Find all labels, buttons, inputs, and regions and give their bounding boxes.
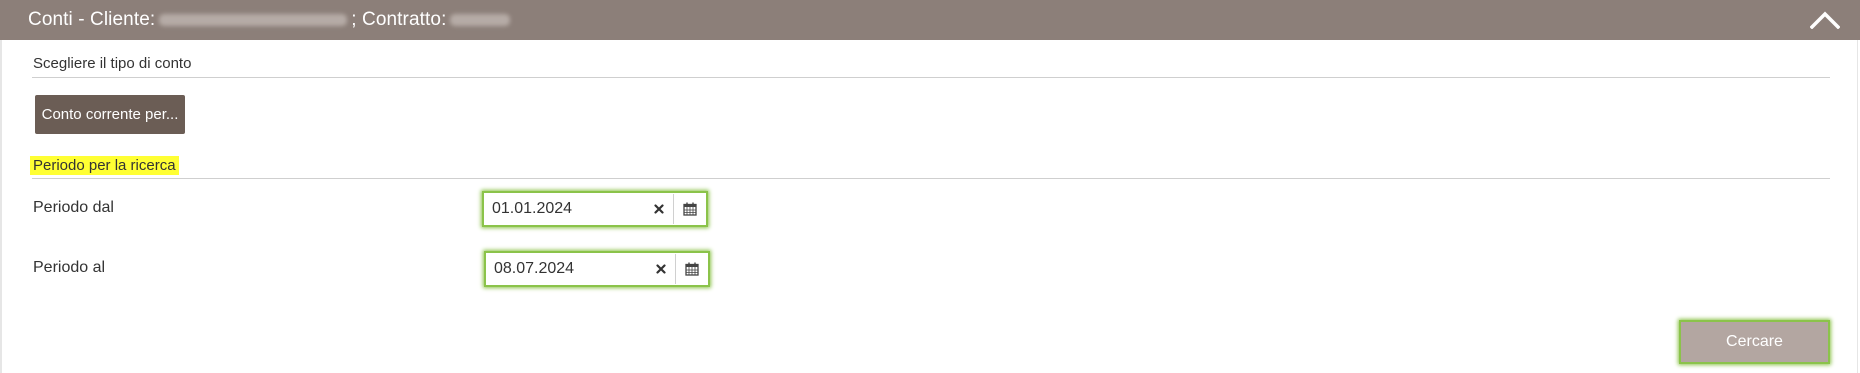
period-from-label: Periodo dal bbox=[33, 199, 114, 216]
search-button[interactable]: Cercare bbox=[1679, 320, 1830, 364]
search-period-label-text: Periodo per la ricerca bbox=[30, 156, 179, 175]
title-prefix: Conti - Cliente: bbox=[28, 9, 156, 30]
period-to-calendar-button[interactable] bbox=[675, 254, 708, 284]
account-type-button[interactable]: Conto corrente per... bbox=[35, 95, 185, 134]
period-from-date-picker bbox=[482, 191, 708, 227]
client-name-redacted bbox=[159, 14, 348, 26]
chevron-up-icon bbox=[1810, 11, 1840, 29]
close-icon bbox=[656, 264, 666, 274]
calendar-icon bbox=[685, 262, 699, 276]
period-from-clear-button[interactable] bbox=[645, 194, 673, 224]
panel-header: Conti - Cliente: ; Contratto: bbox=[0, 0, 1860, 40]
contract-number-redacted bbox=[450, 14, 511, 26]
period-to-input[interactable] bbox=[486, 254, 647, 284]
period-from-calendar-button[interactable] bbox=[673, 194, 706, 224]
period-to-date-picker bbox=[484, 251, 710, 287]
period-to-label: Periodo al bbox=[33, 259, 106, 276]
collapse-button[interactable] bbox=[1806, 4, 1844, 36]
account-type-section-label: Scegliere il tipo di conto bbox=[33, 55, 192, 72]
search-period-section-label: Periodo per la ricerca bbox=[30, 156, 179, 175]
accounts-panel bbox=[0, 0, 1858, 373]
close-icon bbox=[654, 204, 664, 214]
period-from-input[interactable] bbox=[484, 194, 645, 224]
panel-title: Conti - Cliente: ; Contratto: bbox=[28, 9, 514, 31]
section-divider bbox=[32, 77, 1830, 78]
period-to-clear-button[interactable] bbox=[647, 254, 675, 284]
calendar-icon bbox=[683, 202, 697, 216]
title-contract-label: ; Contratto: bbox=[351, 9, 447, 30]
section-divider bbox=[32, 178, 1830, 179]
